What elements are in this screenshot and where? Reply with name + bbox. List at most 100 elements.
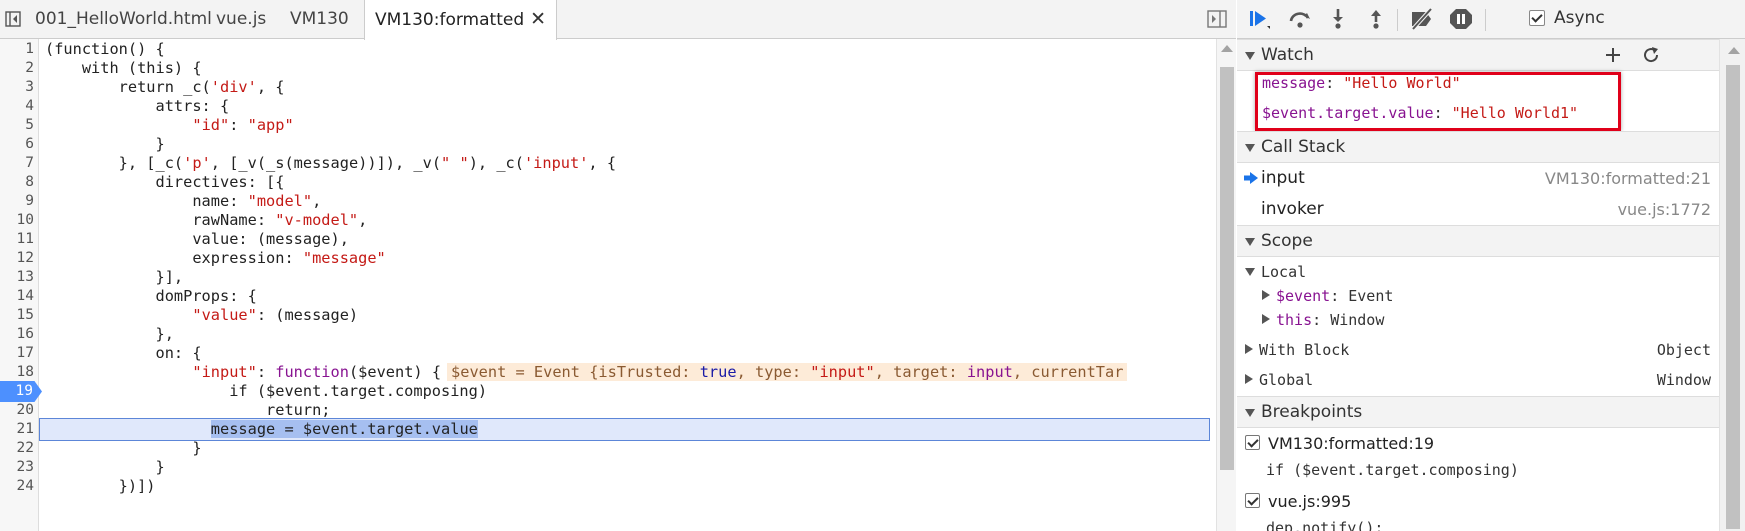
tab-label: 001_HelloWorld.html xyxy=(35,9,212,29)
scope-section-header[interactable]: Scope xyxy=(1237,225,1719,257)
watch-expression: message xyxy=(1262,74,1326,92)
step-over-icon[interactable] xyxy=(1287,7,1313,31)
code-line: with (this) { xyxy=(45,58,202,79)
scope-var-name: $event xyxy=(1276,287,1331,305)
breakpoint-checkbox[interactable] xyxy=(1245,493,1260,508)
expand-triangle-icon xyxy=(1245,409,1255,417)
watch-item[interactable]: $event.target.value: "Hello World1" xyxy=(1262,104,1744,122)
line-number[interactable]: 16 xyxy=(0,324,34,345)
toggle-navigator-icon[interactable] xyxy=(5,11,21,27)
refresh-icon[interactable] xyxy=(1642,46,1660,64)
line-number[interactable]: 22 xyxy=(0,438,34,459)
call-stack-section-header[interactable]: Call Stack xyxy=(1237,131,1719,163)
sidebar-scrollbar[interactable] xyxy=(1719,39,1745,531)
scope-value: Object xyxy=(1656,341,1711,359)
tab-label: VM130:formatted xyxy=(375,10,525,30)
frame-name: input xyxy=(1261,168,1305,188)
scroll-up-arrow-icon[interactable] xyxy=(1728,47,1740,54)
scope-var-value: Event xyxy=(1348,287,1394,305)
scroll-up-arrow-icon[interactable] xyxy=(1221,45,1233,52)
line-number[interactable]: 8 xyxy=(0,172,34,193)
line-number[interactable]: 9 xyxy=(0,191,34,212)
step-out-icon[interactable] xyxy=(1363,7,1389,31)
code-line: (function() { xyxy=(45,39,165,60)
call-frame[interactable]: invoker vue.js:1772 xyxy=(1237,194,1719,225)
call-frame-active[interactable]: input VM130:formatted:21 xyxy=(1237,163,1719,194)
string-literal: "app" xyxy=(247,116,294,134)
tab-vm130[interactable]: VM130 xyxy=(290,0,349,39)
code-editor[interactable]: 1 2 3 4 5 6 7 8 9 10 11 12 13 14 15 16 1… xyxy=(0,39,1216,531)
string-literal: "id" xyxy=(192,116,230,134)
line-number[interactable]: 10 xyxy=(0,210,34,231)
code-line: on: { xyxy=(45,343,202,364)
code-text: , [_v(_s(message))]), _v( xyxy=(210,154,442,172)
collapse-triangle-icon xyxy=(1245,268,1255,276)
line-number[interactable]: 23 xyxy=(0,457,34,478)
line-number[interactable]: 6 xyxy=(0,134,34,155)
scope-global[interactable]: Global Window xyxy=(1245,371,1719,389)
frame-name: invoker xyxy=(1261,199,1324,219)
editor-scrollbar[interactable] xyxy=(1216,39,1236,531)
tab-vue-js[interactable]: vue.js xyxy=(216,0,266,39)
breakpoint-checkbox[interactable] xyxy=(1245,435,1260,450)
code-text: , { xyxy=(588,154,617,172)
line-number[interactable]: 15 xyxy=(0,305,34,326)
breakpoint-item[interactable]: VM130:formatted:19 xyxy=(1237,432,1719,458)
scrollbar-thumb[interactable] xyxy=(1726,65,1740,529)
breakpoints-section-header[interactable]: Breakpoints xyxy=(1237,396,1719,428)
line-number[interactable]: 21 xyxy=(0,419,34,440)
breakpoint-marker[interactable]: 19 xyxy=(0,381,42,402)
resume-icon[interactable] xyxy=(1247,7,1273,31)
frame-location[interactable]: VM130:formatted:21 xyxy=(1545,169,1711,188)
code-text: return; xyxy=(45,401,331,419)
code-line: directives: [{ xyxy=(45,172,285,193)
step-into-icon[interactable] xyxy=(1325,7,1351,31)
debugger-sidebar: Async Watch message: "Hello World" $even… xyxy=(1237,0,1745,531)
async-checkbox[interactable] xyxy=(1529,10,1545,26)
line-number[interactable]: 7 xyxy=(0,153,34,174)
code-text: if ($event.target.composing) xyxy=(45,382,488,400)
line-number[interactable]: 11 xyxy=(0,229,34,250)
line-number[interactable]: 17 xyxy=(0,343,34,364)
line-number[interactable]: 14 xyxy=(0,286,34,307)
code-text: return _c( xyxy=(45,78,211,96)
line-number[interactable]: 3 xyxy=(0,77,34,98)
scrollbar-thumb[interactable] xyxy=(1220,67,1234,470)
scope-item[interactable]: $event: Event xyxy=(1262,287,1744,305)
breakpoint-item[interactable]: vue.js:995 xyxy=(1237,490,1719,516)
frame-location[interactable]: vue.js:1772 xyxy=(1618,200,1711,219)
code-line: rawName: "v-model", xyxy=(45,210,367,231)
tab-001-helloworld-html[interactable]: 001_HelloWorld.html xyxy=(35,0,212,39)
pause-on-exceptions-icon[interactable] xyxy=(1448,7,1474,31)
inline-value-text: , currentTar xyxy=(1012,363,1124,381)
watch-expression: $event.target.value xyxy=(1262,104,1434,122)
line-number[interactable]: 12 xyxy=(0,248,34,269)
code-text: } xyxy=(45,458,165,476)
code-line: "input": function($event) {$event = Even… xyxy=(45,362,1128,383)
deactivate-breakpoints-icon[interactable] xyxy=(1409,7,1435,31)
watch-value: "Hello World" xyxy=(1343,74,1461,92)
inline-variable-value: $event = Event {isTrusted: true, type: "… xyxy=(447,363,1128,381)
scope-with-block[interactable]: With Block Object xyxy=(1245,341,1719,359)
line-number[interactable]: 24 xyxy=(0,476,34,497)
line-number[interactable]: 4 xyxy=(0,96,34,117)
line-number[interactable]: 2 xyxy=(0,58,34,79)
close-icon[interactable]: ✕ xyxy=(530,0,546,39)
watch-section-header[interactable]: Watch xyxy=(1237,39,1719,71)
code-line: }, xyxy=(45,324,174,345)
line-number[interactable]: 18 xyxy=(0,362,34,383)
code-text: : xyxy=(256,363,276,381)
line-number[interactable]: 1 xyxy=(0,39,34,60)
string-literal: 'div' xyxy=(210,78,257,96)
inline-value-text: "input" xyxy=(810,363,875,381)
scope-item[interactable]: this: Window xyxy=(1262,311,1744,329)
add-watch-icon[interactable] xyxy=(1605,47,1621,63)
toggle-debugger-icon[interactable] xyxy=(1207,10,1227,28)
toolbar-divider xyxy=(1397,9,1398,31)
tab-vm130-formatted[interactable]: VM130:formatted ✕ xyxy=(364,0,558,40)
watch-item[interactable]: message: "Hello World" xyxy=(1262,74,1744,92)
line-number[interactable]: 5 xyxy=(0,115,34,136)
scope-local[interactable]: Local xyxy=(1245,263,1727,281)
line-number[interactable]: 20 xyxy=(0,400,34,421)
line-number[interactable]: 13 xyxy=(0,267,34,288)
